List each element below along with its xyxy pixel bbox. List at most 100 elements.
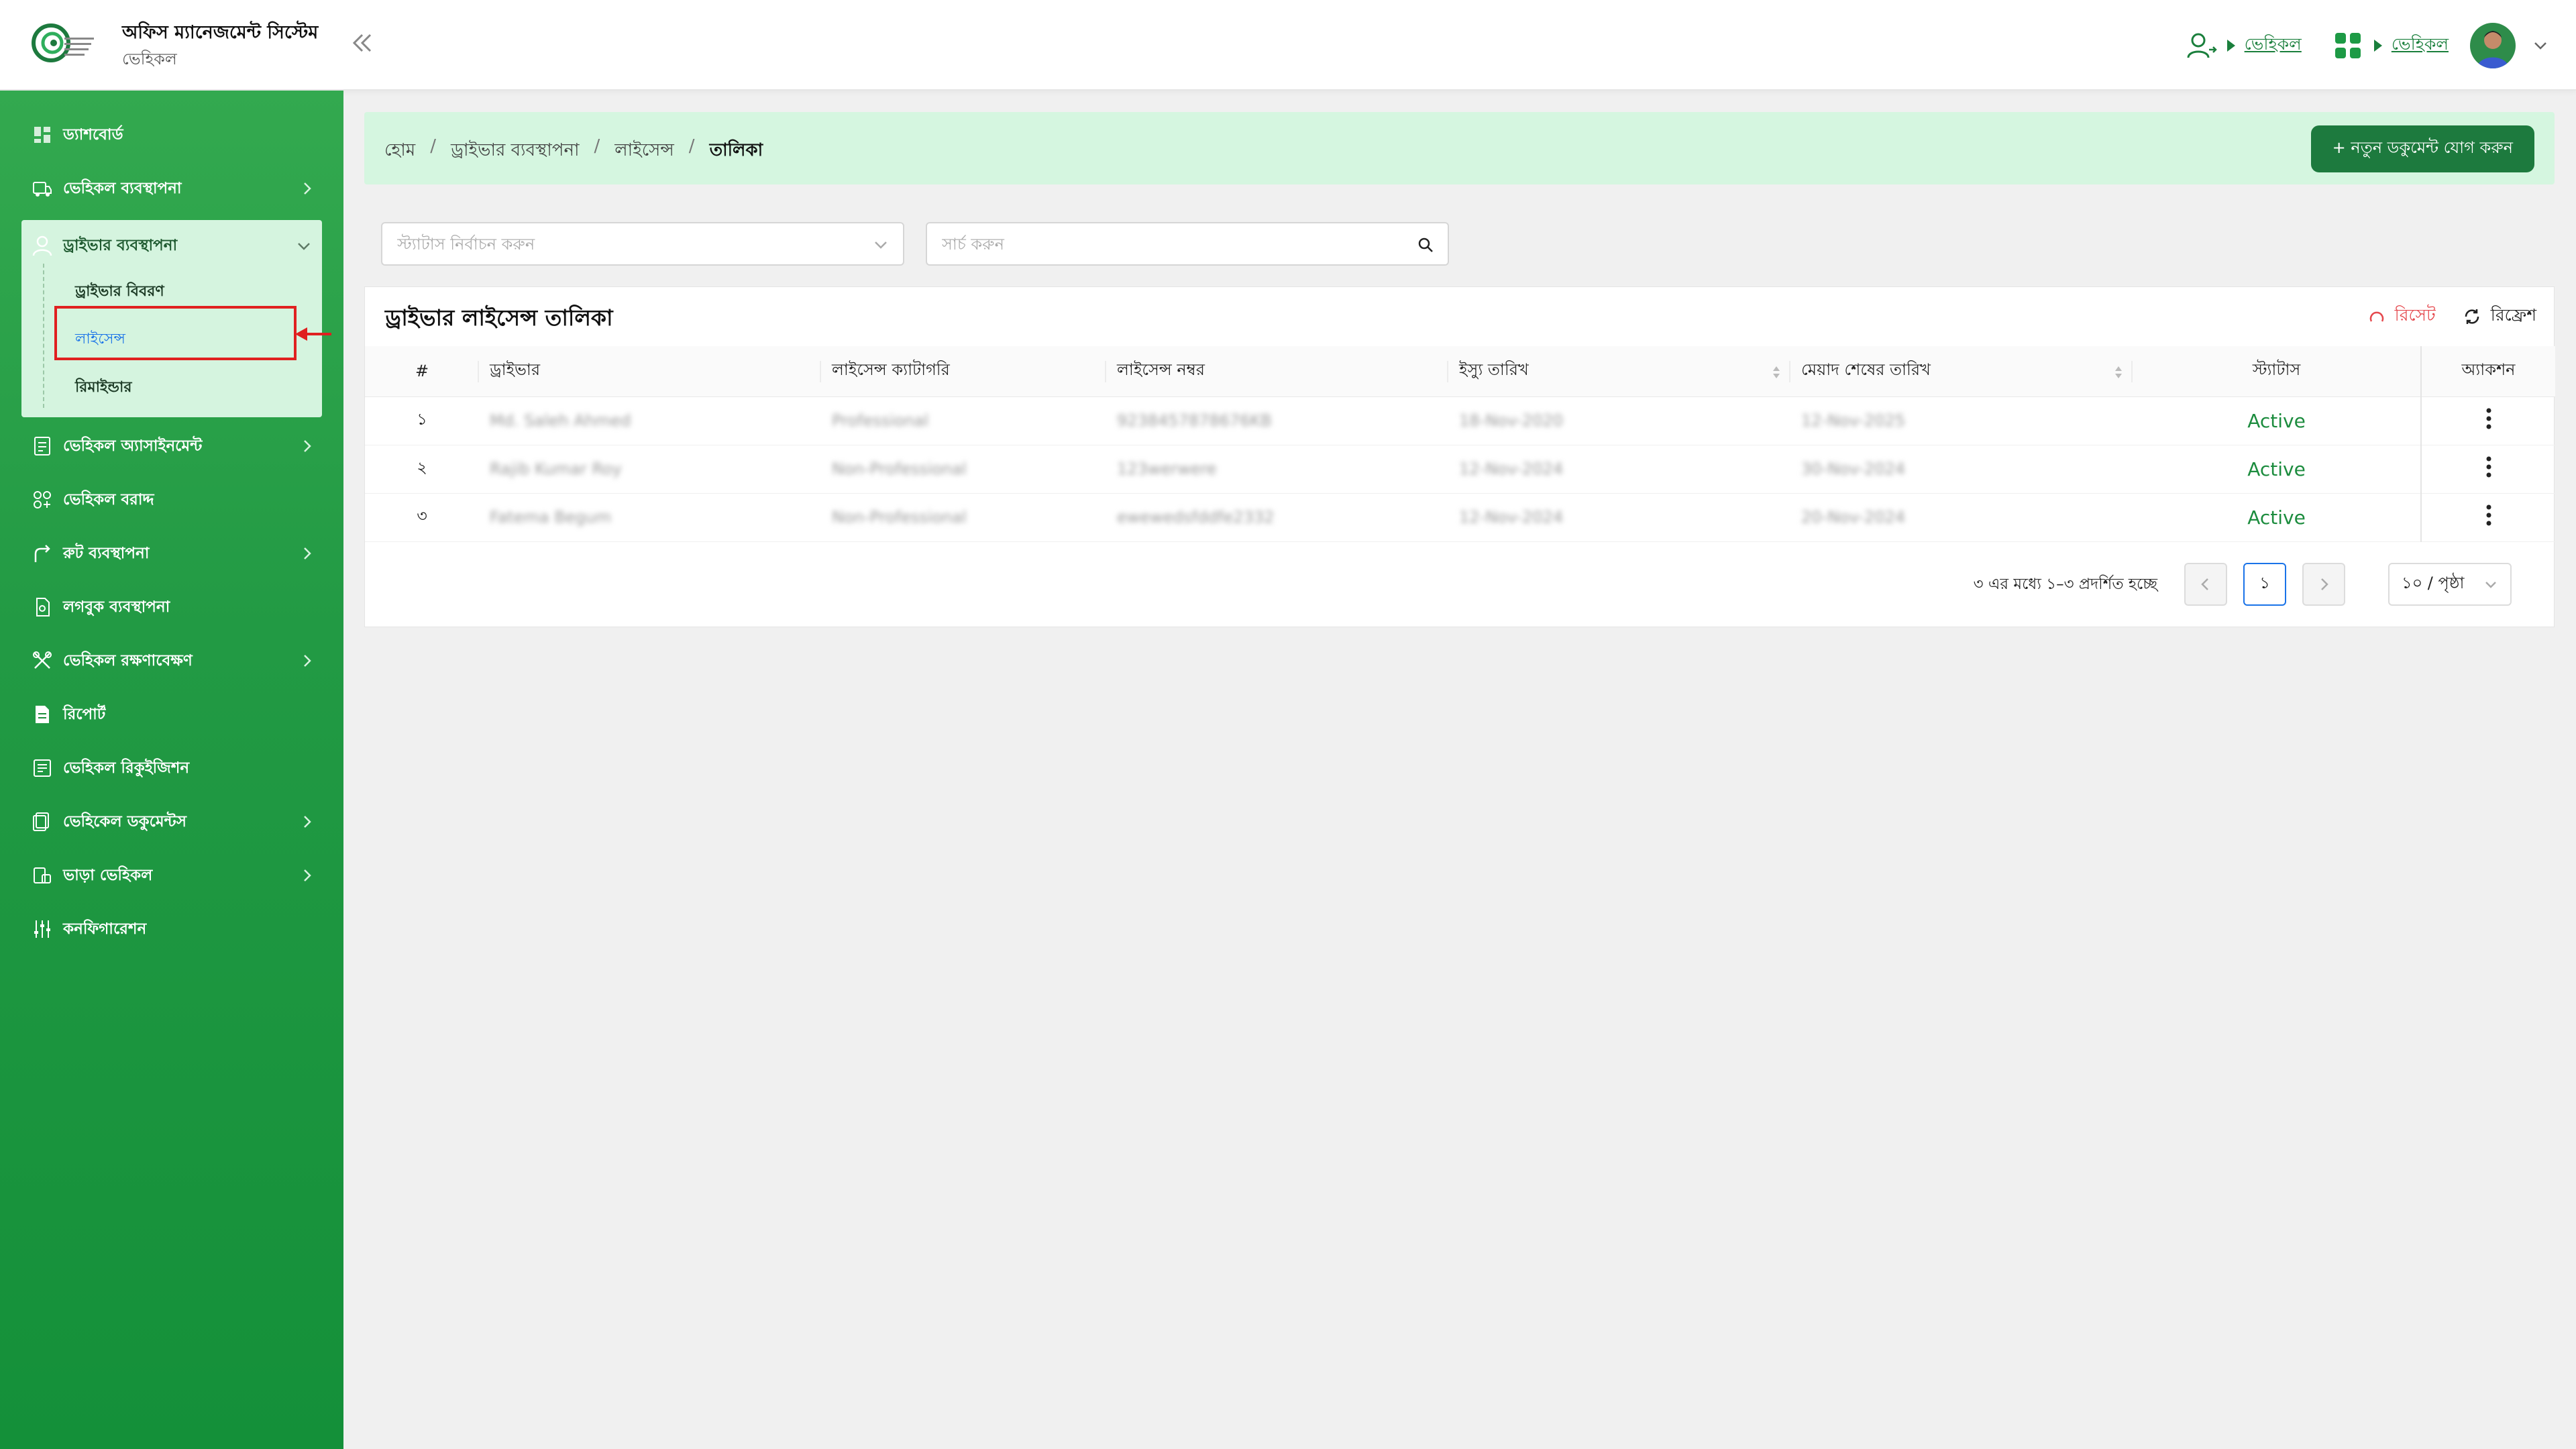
apps-grid-icon[interactable] bbox=[2331, 29, 2365, 62]
breadcrumb-driver-management[interactable]: ড্রাইভার ব্যবস্থাপনা bbox=[451, 136, 580, 166]
column-header-issue-date[interactable]: ইস্যু তারিখ bbox=[1448, 346, 1790, 397]
config-icon bbox=[31, 918, 54, 941]
submenu-guide-line bbox=[43, 264, 44, 408]
highlight-box bbox=[54, 306, 297, 360]
sidebar-item-rental-vehicle[interactable]: ভাড়া ভেহিকল bbox=[31, 855, 326, 896]
sidebar-item-vehicle-maintenance[interactable]: ভেহিকল রক্ষণাবেক্ষণ bbox=[31, 641, 326, 681]
chevron-down-icon[interactable] bbox=[295, 237, 313, 255]
column-header-category: লাইসেন্স ক্যাটাগরি bbox=[821, 346, 1106, 397]
header-app-link[interactable]: ভেহিকল bbox=[2392, 31, 2449, 60]
page-size-select[interactable]: ১০ / পৃষ্ঠা bbox=[2388, 563, 2512, 606]
sidebar-item-label: রিপোর্ট bbox=[63, 705, 106, 723]
column-header-action: অ্যাকশন bbox=[2420, 346, 2555, 397]
add-new-document-button[interactable]: + নতুন ডকুমেন্ট যোগ করুন bbox=[2310, 125, 2534, 172]
issue-date-cell: 12-Nov-2024 bbox=[1448, 445, 1790, 494]
search-box[interactable] bbox=[926, 222, 1449, 266]
header-right: ভেহিকল ভেহিকল bbox=[2184, 20, 2549, 70]
sidebar-item-logbook-management[interactable]: লগবুক ব্যবস্থাপনা bbox=[31, 587, 326, 627]
table-row: ৩ Fatema Begum Non-Professional ewewedsf… bbox=[365, 493, 2555, 542]
sidebar-item-dashboard[interactable]: ড্যাশবোর্ড bbox=[31, 115, 326, 155]
column-header-expiry-date[interactable]: মেয়াদ শেষের তারিখ bbox=[1790, 346, 2133, 397]
highlight-arrow-icon bbox=[295, 327, 331, 341]
expiry-date-cell: 20-Nov-2024 bbox=[1790, 493, 2133, 542]
sidebar-item-configuration[interactable]: কনফিগারেশন bbox=[31, 909, 326, 949]
status-select-input[interactable] bbox=[382, 223, 903, 264]
status-select[interactable] bbox=[381, 222, 904, 266]
sidebar-item-label: ভেহিকল রিকুইজিশন bbox=[63, 759, 190, 777]
sidebar-item-label: ভেহিকেল ডকুমেন্টস bbox=[63, 812, 186, 830]
search-icon[interactable] bbox=[1417, 236, 1434, 254]
next-page-button[interactable] bbox=[2302, 563, 2345, 606]
issue-date-cell: 12-Nov-2024 bbox=[1448, 493, 1790, 542]
more-vertical-icon[interactable] bbox=[2485, 455, 2492, 478]
row-number: ২ bbox=[365, 445, 479, 494]
category-cell: Professional bbox=[821, 396, 1106, 445]
reset-label: রিসেট bbox=[2394, 305, 2436, 325]
sort-icon[interactable] bbox=[2114, 365, 2123, 380]
chevron-right-icon bbox=[304, 440, 311, 452]
header-module-link[interactable]: ভেহিকল bbox=[2245, 31, 2302, 60]
expiry-date-cell: 12-Nov-2025 bbox=[1790, 396, 2133, 445]
chevron-right-icon bbox=[2321, 578, 2328, 590]
user-avatar[interactable] bbox=[2470, 22, 2516, 68]
row-number: ১ bbox=[365, 396, 479, 445]
prev-page-button[interactable] bbox=[2184, 563, 2227, 606]
page-button-current[interactable]: ১ bbox=[2243, 563, 2286, 606]
sidebar-item-vehicle-allocation[interactable]: ভেহিকল বরাদ্দ bbox=[31, 480, 326, 520]
sidebar-item-vehicle-requisition[interactable]: ভেহিকল রিকুইজিশন bbox=[31, 748, 326, 788]
sidebar-item-vehicle-documents[interactable]: ভেহিকেল ডকুমেন্টস bbox=[31, 802, 326, 842]
logbook-icon bbox=[31, 596, 54, 619]
chevron-down-icon[interactable] bbox=[2532, 37, 2549, 54]
collapse-sidebar-icon[interactable] bbox=[349, 30, 376, 56]
table-title: ড্রাইভার লাইসেন্স তালিকা bbox=[385, 305, 613, 331]
search-input[interactable] bbox=[927, 223, 1448, 264]
page-size-value: ১০ / পৃষ্ঠা bbox=[2402, 574, 2465, 592]
caret-right-icon bbox=[2226, 39, 2235, 52]
documents-icon bbox=[31, 810, 54, 833]
allocation-icon bbox=[31, 488, 54, 511]
route-icon bbox=[31, 542, 54, 565]
pagination-summary: ৩ এর মধ্যে ১–৩ প্রদর্শিত হচ্ছে bbox=[1973, 575, 2157, 593]
submenu-item-reminder[interactable]: রিমাইন্ডার bbox=[75, 376, 131, 400]
report-icon bbox=[31, 703, 54, 726]
refresh-button[interactable]: রিফ্রেশ bbox=[2463, 302, 2536, 331]
category-cell: Non-Professional bbox=[821, 445, 1106, 494]
sidebar-item-vehicle-assignment[interactable]: ভেহিকল অ্যাসাইনমেন্ট bbox=[31, 426, 326, 466]
sidebar-item-label: কনফিগারেশন bbox=[63, 920, 147, 938]
chevron-right-icon bbox=[304, 182, 311, 195]
chevron-down-icon bbox=[875, 241, 887, 249]
sidebar-item-label: লগবুক ব্যবস্থাপনা bbox=[63, 598, 170, 616]
row-action-cell bbox=[2420, 445, 2555, 494]
sidebar-item-vehicle-management[interactable]: ভেহিকল ব্যবস্থাপনা bbox=[31, 168, 326, 209]
user-switch-icon[interactable] bbox=[2184, 29, 2218, 62]
sidebar-item-label: ভাড়া ভেহিকল bbox=[63, 866, 153, 884]
row-action-cell bbox=[2420, 396, 2555, 445]
top-header: অফিস ম্যানেজমেন্ট সিস্টেম ভেহিকল ভেহিকল … bbox=[0, 0, 2576, 91]
breadcrumb-home[interactable]: হোম bbox=[384, 136, 415, 166]
sidebar-item-label: ভেহিকল বরাদ্দ bbox=[63, 490, 154, 508]
sort-icon[interactable] bbox=[1772, 365, 1781, 380]
column-header-license-number: লাইসেন্স নম্বর bbox=[1106, 346, 1448, 397]
category-cell: Non-Professional bbox=[821, 493, 1106, 542]
breadcrumb-license[interactable]: লাইসেন্স bbox=[614, 136, 674, 166]
table-row: ২ Rajib Kumar Roy Non-Professional 123we… bbox=[365, 445, 2555, 494]
chevron-right-icon bbox=[304, 655, 311, 667]
caret-right-icon bbox=[2373, 39, 2382, 52]
sidebar-item-label: ড্রাইভার ব্যবস্থাপনা bbox=[63, 236, 178, 254]
assignment-icon bbox=[31, 435, 54, 458]
submenu-item-driver-details[interactable]: ড্রাইভার বিবরণ bbox=[75, 280, 164, 305]
status-badge: Active bbox=[2133, 493, 2421, 542]
sidebar-item-report[interactable]: রিপোর্ট bbox=[31, 694, 326, 735]
requisition-icon bbox=[31, 757, 54, 780]
chevron-right-icon bbox=[304, 816, 311, 828]
sidebar-item-driver-management[interactable]: ড্রাইভার ব্যবস্থাপনা bbox=[31, 231, 177, 260]
car-icon bbox=[31, 177, 54, 200]
chevron-right-icon bbox=[304, 547, 311, 559]
more-vertical-icon[interactable] bbox=[2485, 407, 2492, 430]
sidebar-item-label: ভেহিকল ব্যবস্থাপনা bbox=[63, 179, 182, 197]
sidebar-item-route-management[interactable]: রুট ব্যবস্থাপনা bbox=[31, 533, 326, 574]
reset-button[interactable]: রিসেট bbox=[2368, 302, 2436, 331]
chevron-left-icon bbox=[2201, 578, 2208, 590]
breadcrumb-bar: হোম / ড্রাইভার ব্যবস্থাপনা / লাইসেন্স / … bbox=[364, 112, 2555, 184]
more-vertical-icon[interactable] bbox=[2485, 504, 2492, 527]
